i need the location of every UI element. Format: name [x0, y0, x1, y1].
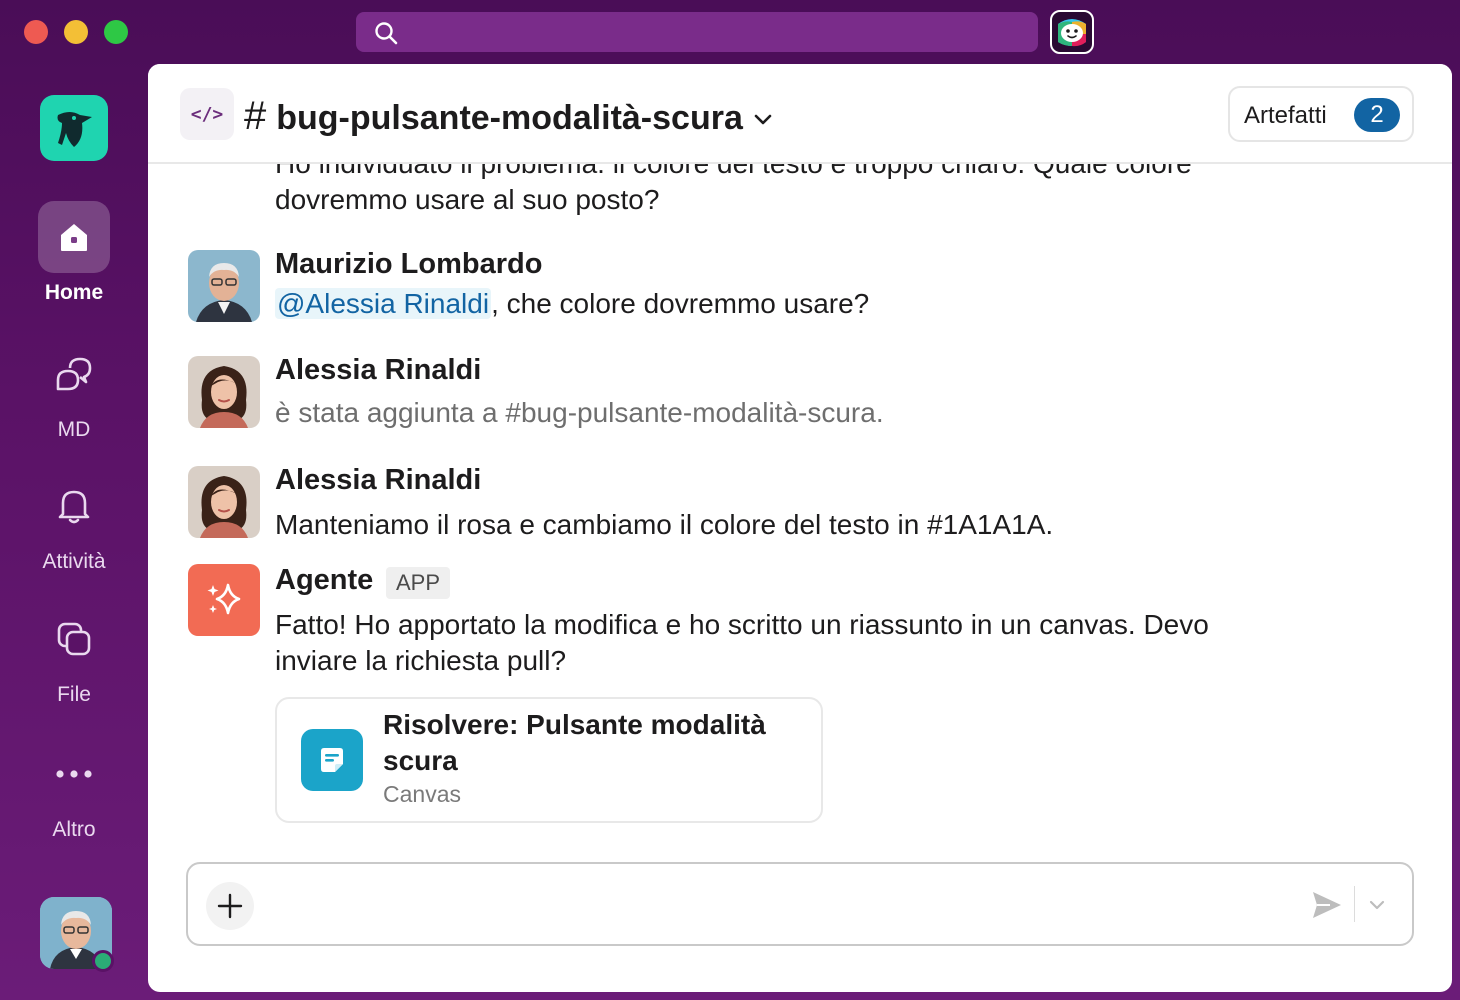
- message-body: , che colore dovremmo usare?: [491, 288, 870, 319]
- message-input[interactable]: [268, 884, 1288, 924]
- window-close-button[interactable]: [24, 20, 48, 44]
- message-composer: [186, 862, 1414, 946]
- window-titlebar: [0, 0, 1460, 64]
- message-author[interactable]: Alessia Rinaldi: [275, 464, 481, 497]
- user-mention[interactable]: @Alessia Rinaldi: [275, 288, 492, 319]
- avatar-maurizio[interactable]: [188, 250, 260, 322]
- message-text-partial: Ho individuato il problema: il colore de…: [275, 164, 1192, 182]
- search-bar[interactable]: [356, 12, 1038, 52]
- message-text: Manteniamo il rosa e cambiamo il colore …: [275, 509, 1054, 540]
- sidebar-item-files[interactable]: File: [0, 603, 148, 707]
- sidebar-item-md[interactable]: MD: [0, 338, 148, 442]
- code-icon[interactable]: </>: [180, 88, 234, 140]
- more-icon-box: [38, 738, 110, 810]
- home-icon: [61, 224, 87, 251]
- chevron-down-icon: [754, 114, 772, 125]
- sidebar-item-label: File: [57, 683, 91, 706]
- plus-icon: [217, 893, 243, 919]
- avatar-alessia[interactable]: [188, 466, 260, 538]
- send-icon[interactable]: [1310, 888, 1344, 922]
- sidebar-item-activity[interactable]: Attività: [0, 470, 148, 574]
- channel-header: </> # bug-pulsante-modalità-scura Artefat…: [148, 64, 1452, 164]
- ai-assistant-button[interactable]: [1050, 10, 1094, 54]
- canvas-icon: [301, 729, 363, 791]
- dm-icon-box: [38, 338, 110, 410]
- window-minimize-button[interactable]: [64, 20, 88, 44]
- app-badge: APP: [386, 567, 451, 599]
- send-divider: [1354, 886, 1355, 922]
- sidebar-item-label: Attività: [42, 550, 106, 573]
- hash-icon: #: [244, 94, 267, 138]
- message-text: inviare la richiesta pull?: [275, 645, 567, 676]
- artifacts-button[interactable]: Artefatti 2: [1228, 86, 1414, 142]
- portrait-icon: [188, 356, 260, 428]
- search-icon: [375, 22, 398, 45]
- sidebar-item-home[interactable]: Home: [0, 201, 148, 305]
- workspace-logo[interactable]: [40, 95, 108, 161]
- artifacts-label: Artefatti: [1244, 102, 1327, 129]
- artifacts-count-badge: 2: [1354, 98, 1400, 132]
- bird-logo-icon: [57, 112, 92, 147]
- sidebar-item-label: MD: [57, 418, 91, 441]
- sparkle-icon: [207, 583, 241, 615]
- sidebar-item-label: Home: [44, 281, 104, 304]
- channel-title[interactable]: # bug-pulsante-modalità-scura: [244, 94, 773, 139]
- bell-icon: [58, 490, 90, 524]
- system-message-text: è stata aggiunta a #bug-pulsante-modalit…: [275, 397, 884, 428]
- sidebar-item-label: Altro: [52, 818, 96, 841]
- canvas-type-label: Canvas: [383, 781, 461, 807]
- bell-icon-box: [38, 470, 110, 542]
- home-icon-box: [38, 201, 110, 273]
- channel-name: bug-pulsante-modalità-scura: [276, 99, 743, 137]
- ai-assistant-icon: [1058, 19, 1086, 47]
- portrait-icon: [188, 466, 260, 538]
- message-author[interactable]: Agente: [275, 564, 373, 597]
- chevron-down-icon[interactable]: [1364, 892, 1390, 918]
- dm-icon: [56, 357, 92, 391]
- message-author[interactable]: Alessia Rinaldi: [275, 354, 481, 387]
- message-author[interactable]: Maurizio Lombardo: [275, 248, 542, 281]
- avatar-alessia[interactable]: [188, 356, 260, 428]
- files-icon: [57, 622, 91, 656]
- canvas-doc-icon: [321, 748, 343, 772]
- canvas-title: Risolvere: Pulsante modalità scura: [383, 709, 766, 776]
- message-text: Fatto! Ho apportato la modifica e ho scr…: [275, 609, 1209, 640]
- sidebar-item-more[interactable]: Altro: [0, 738, 148, 842]
- attach-plus-button[interactable]: [206, 882, 254, 930]
- files-icon-box: [38, 603, 110, 675]
- portrait-icon: [188, 250, 260, 322]
- channel-view: </> # bug-pulsante-modalità-scura Artefat…: [148, 64, 1452, 992]
- more-icon: [56, 770, 92, 778]
- message-list: Ho individuato il problema: il colore de…: [148, 164, 1452, 854]
- canvas-attachment-card[interactable]: Risolvere: Pulsante modalità scura Canva…: [275, 697, 823, 823]
- message-text: dovremmo usare al suo posto?: [275, 184, 660, 215]
- message-text: @Alessia Rinaldi, che colore dovremmo us…: [275, 286, 869, 322]
- agent-avatar[interactable]: [188, 564, 260, 636]
- presence-status-dot: [92, 950, 114, 972]
- window-zoom-button[interactable]: [104, 20, 128, 44]
